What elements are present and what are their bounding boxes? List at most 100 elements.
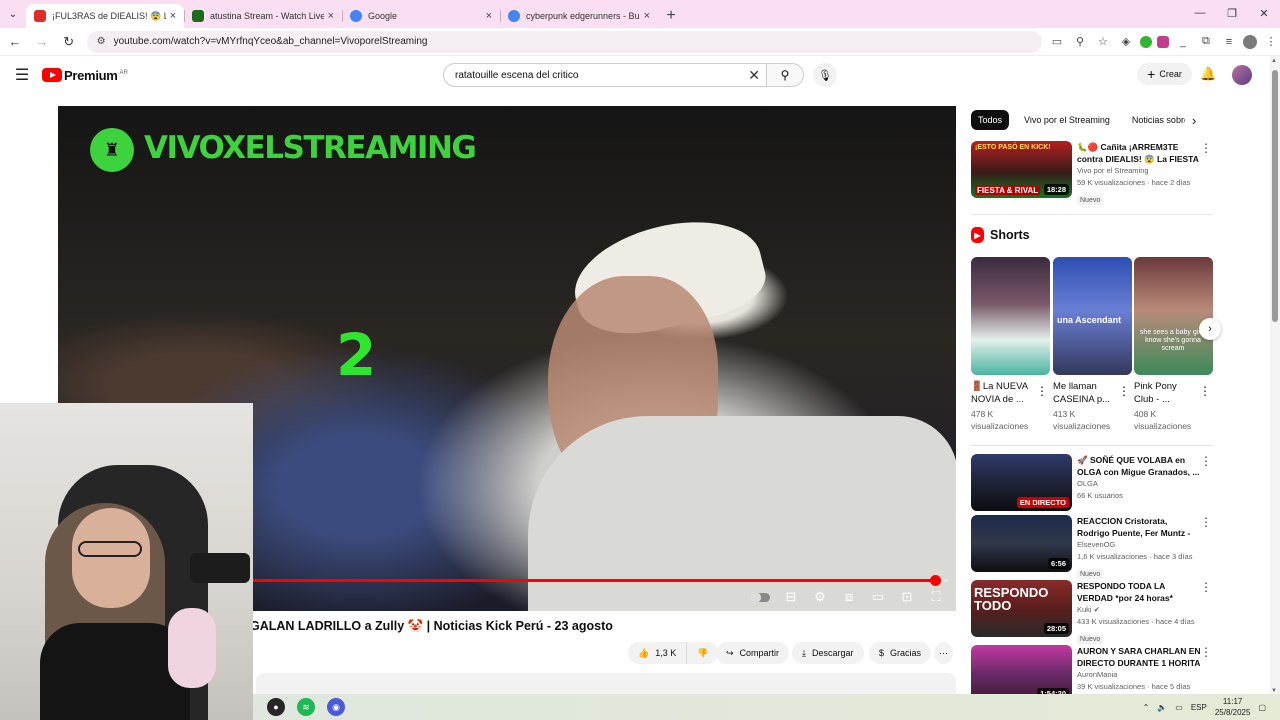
- volume-icon[interactable]: 🔈: [1157, 703, 1167, 712]
- browser-tab-google-search[interactable]: cyberpunk edgerunners - Busca ×: [500, 4, 658, 28]
- recommended-video[interactable]: EN DIRECTO 🚀 SOÑÉ QUE VOLABA en OLGA con…: [971, 454, 1216, 512]
- channel-name[interactable]: Vivo por el Streaming: [1077, 165, 1201, 177]
- search-button[interactable]: ⚲: [767, 63, 804, 87]
- menu-icon[interactable]: ☰: [0, 65, 44, 85]
- tab-search-icon[interactable]: ⌄: [0, 0, 26, 28]
- thanks-group: $ Gracias: [869, 642, 932, 664]
- chip-vivo-por-el-streaming[interactable]: Vivo por el Streaming: [1017, 110, 1117, 130]
- short-thumbnail[interactable]: [971, 257, 1050, 375]
- kebab-menu-icon[interactable]: ⋮: [1036, 384, 1048, 398]
- app-icon[interactable]: ◉: [327, 698, 345, 716]
- chip-noticias[interactable]: Noticias sobre p: [1124, 110, 1185, 130]
- cast-icon[interactable]: ▭: [1048, 33, 1066, 51]
- browser-tab-kick[interactable]: atustina Stream - Watch Live on ×: [184, 4, 342, 28]
- miniplayer-icon[interactable]: ⧈: [841, 589, 857, 605]
- spotify-app-icon[interactable]: ≋: [297, 698, 315, 716]
- short-item[interactable]: una Ascendant Me llaman CASEINA p... 413…: [1053, 257, 1132, 432]
- close-tab-icon[interactable]: ×: [644, 10, 650, 22]
- recommended-video[interactable]: RESPONDO TODO 28:05 RESPONDO TODA LA VER…: [971, 580, 1216, 644]
- shorts-next-button[interactable]: ›: [1199, 318, 1221, 340]
- channel-name[interactable]: OLGA: [1077, 478, 1201, 490]
- tab-label: Google: [368, 11, 398, 21]
- video-thumbnail[interactable]: RESPONDO TODO 28:05: [971, 580, 1072, 637]
- close-tab-icon[interactable]: ×: [328, 10, 334, 22]
- forward-icon[interactable]: →: [30, 34, 54, 49]
- short-item[interactable]: she sees a baby girl I know she's gonna …: [1134, 257, 1213, 432]
- youtube-logo[interactable]: Premium AR: [42, 68, 128, 83]
- recommended-video[interactable]: ¡ESTO PASÓ EN KICK! FIESTA & RIVAL 18:28…: [971, 141, 1216, 205]
- puzzle-icon[interactable]: ⧉: [1197, 33, 1215, 51]
- short-thumbnail[interactable]: una Ascendant: [1053, 257, 1132, 375]
- reading-list-icon[interactable]: ≡: [1220, 33, 1238, 51]
- subtitles-icon[interactable]: ⊟: [783, 589, 799, 605]
- download-icon[interactable]: _: [1174, 33, 1192, 51]
- create-button[interactable]: + Crear: [1137, 63, 1192, 85]
- close-window-icon[interactable]: ✕: [1248, 0, 1280, 26]
- cast-icon[interactable]: ⊡: [899, 589, 915, 605]
- network-icon[interactable]: ▭: [1175, 703, 1183, 712]
- address-bar[interactable]: ⚙ youtube.com/watch?v=vMYrfnqYceo&ab_cha…: [86, 30, 1042, 53]
- video-thumbnail[interactable]: 6:56: [971, 515, 1072, 572]
- kebab-menu-icon[interactable]: ⋮: [1200, 141, 1212, 155]
- kebab-menu-icon[interactable]: ⋮: [1262, 33, 1280, 51]
- new-tab-button[interactable]: +: [658, 4, 684, 28]
- green-extension-icon[interactable]: [1139, 35, 1152, 48]
- page-scrollbar[interactable]: ▲ ▼: [1270, 56, 1280, 696]
- chip-todos[interactable]: Todos: [971, 110, 1010, 130]
- kebab-menu-icon[interactable]: ⋮: [1199, 384, 1211, 398]
- channel-name[interactable]: ElsevenOG: [1077, 539, 1201, 551]
- notification-center-icon[interactable]: ▢: [1258, 703, 1266, 712]
- kebab-menu-icon[interactable]: ⋮: [1200, 645, 1212, 659]
- chevron-up-icon[interactable]: ⌃: [1143, 703, 1150, 712]
- theater-mode-icon[interactable]: ▭: [870, 589, 886, 605]
- site-info-icon[interactable]: ⚙: [97, 36, 106, 47]
- obs-app-icon[interactable]: ●: [267, 698, 285, 716]
- extension-icon[interactable]: ◈: [1117, 33, 1135, 51]
- search-input[interactable]: ratatouille escena del critico ✕: [443, 63, 767, 87]
- settings-gear-icon[interactable]: ⚙: [812, 589, 828, 605]
- account-avatar[interactable]: [1232, 65, 1252, 85]
- dislike-button[interactable]: 👎: [686, 642, 719, 664]
- close-tab-icon[interactable]: ×: [486, 10, 492, 22]
- more-actions-button[interactable]: ⋯: [934, 642, 953, 664]
- download-button[interactable]: ⤓ Descargar: [792, 642, 864, 664]
- description-box[interactable]: [256, 673, 956, 695]
- scroll-up-icon[interactable]: ▲: [1271, 58, 1277, 64]
- clear-search-icon[interactable]: ✕: [748, 67, 760, 84]
- bookmark-star-icon[interactable]: ☆: [1094, 33, 1112, 51]
- clock[interactable]: 11:17 25/8/2025: [1215, 696, 1251, 718]
- zoom-icon[interactable]: ⚲: [1071, 33, 1089, 51]
- close-tab-icon[interactable]: ×: [170, 10, 176, 22]
- autoplay-toggle[interactable]: [750, 591, 770, 603]
- like-button[interactable]: 👍 1,3 K: [628, 642, 687, 664]
- reload-icon[interactable]: ↻: [57, 34, 81, 50]
- kebab-menu-icon[interactable]: ⋮: [1118, 384, 1130, 398]
- voice-search-button[interactable]: 🎙: [813, 63, 837, 87]
- tab-label: ¡FUL3RAS de DIEALIS! 😨 La: [52, 10, 166, 21]
- restore-icon[interactable]: ❐: [1216, 0, 1248, 26]
- thanks-button[interactable]: $ Gracias: [869, 642, 932, 664]
- short-thumbnail[interactable]: she sees a baby girl I know she's gonna …: [1134, 257, 1213, 375]
- browser-tab-youtube[interactable]: ¡FUL3RAS de DIEALIS! 😨 La ×: [26, 4, 184, 28]
- short-item[interactable]: 🚪La NUEVA NOVIA de ... 478 K visualizaci…: [971, 257, 1050, 432]
- channel-name[interactable]: AuronMania: [1077, 669, 1201, 681]
- recommended-video[interactable]: 6:56 REACCION Cristorata, Rodrigo Puente…: [971, 515, 1216, 579]
- shield-extension-icon[interactable]: [1156, 35, 1169, 48]
- video-thumbnail[interactable]: ¡ESTO PASÓ EN KICK! FIESTA & RIVAL 18:28: [971, 141, 1072, 198]
- browser-tab-google[interactable]: Google ×: [342, 4, 500, 28]
- kebab-menu-icon[interactable]: ⋮: [1200, 454, 1212, 468]
- share-button[interactable]: ↪ Compartir: [716, 642, 790, 664]
- chevron-right-icon[interactable]: ›: [1192, 113, 1196, 128]
- kebab-menu-icon[interactable]: ⋮: [1200, 580, 1212, 594]
- fullscreen-icon[interactable]: ⛶: [928, 589, 944, 605]
- language-indicator[interactable]: ESP: [1191, 703, 1207, 712]
- channel-name[interactable]: Kuki ✔: [1077, 604, 1201, 616]
- video-thumbnail[interactable]: EN DIRECTO: [971, 454, 1072, 511]
- profile-avatar-icon[interactable]: [1242, 34, 1257, 49]
- kebab-menu-icon[interactable]: ⋮: [1200, 515, 1212, 529]
- progress-scrubber[interactable]: [929, 575, 941, 586]
- back-icon[interactable]: ←: [3, 34, 27, 49]
- minimize-icon[interactable]: —: [1184, 0, 1216, 26]
- scrollbar-thumb[interactable]: [1272, 70, 1278, 322]
- notifications-bell-icon[interactable]: 🔔: [1200, 66, 1216, 82]
